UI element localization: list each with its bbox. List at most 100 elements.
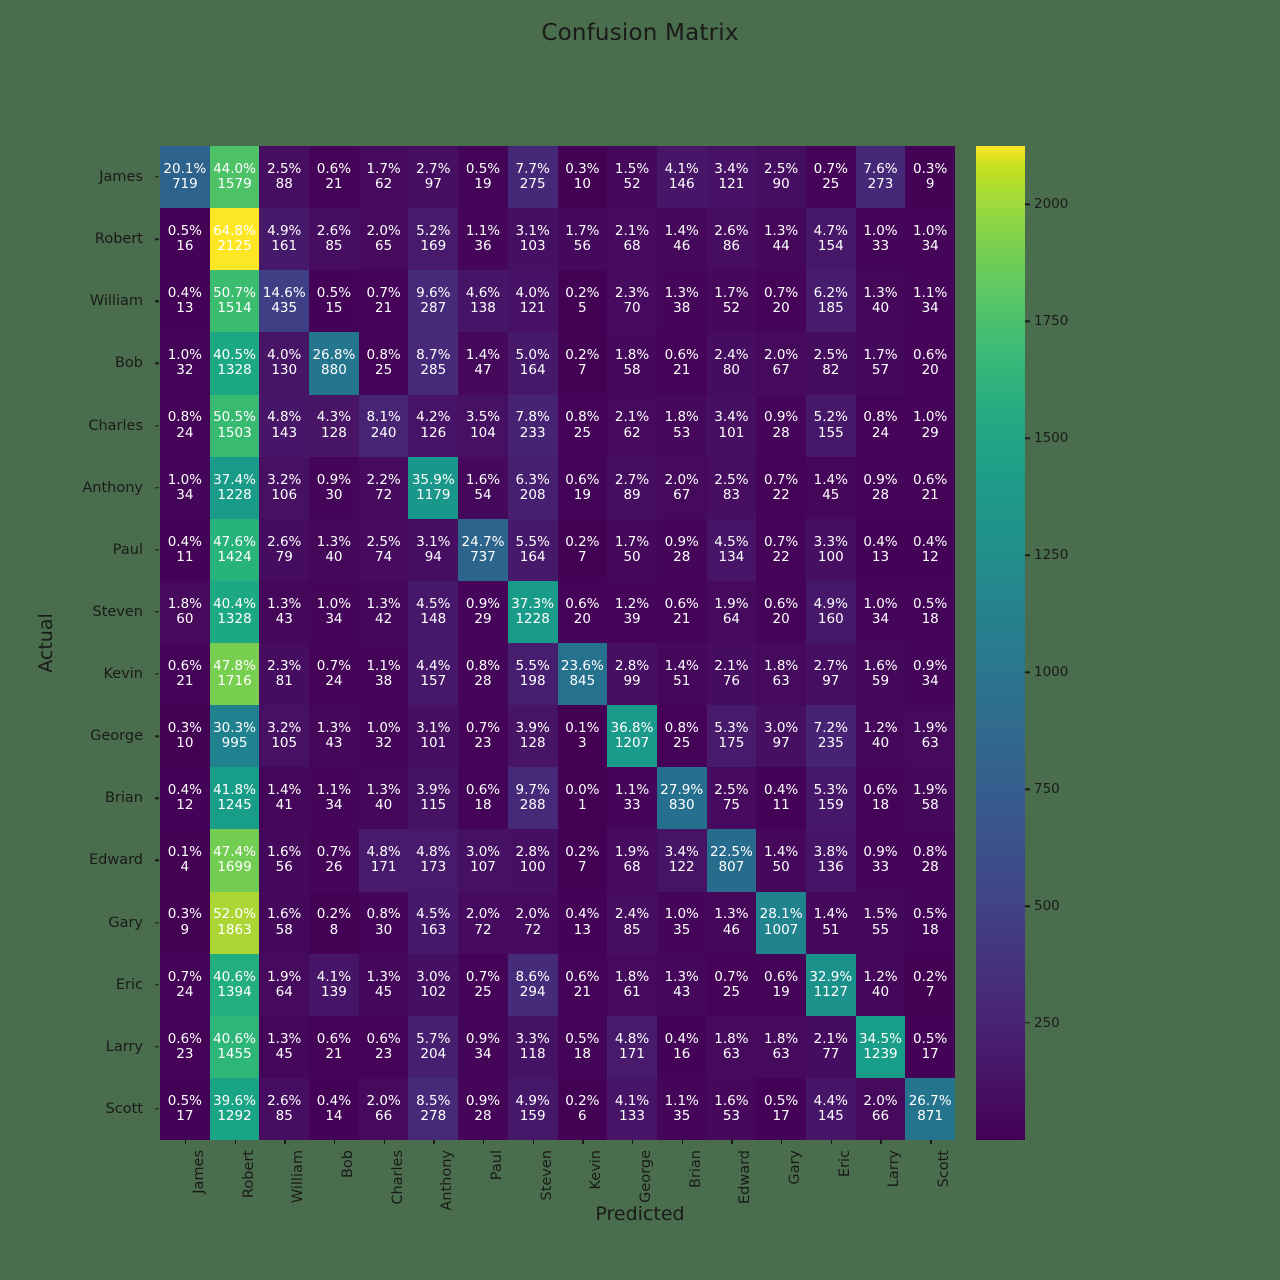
matrix-cell: 0.7% 24	[309, 643, 359, 706]
matrix-cell: 23.6% 845	[557, 643, 608, 706]
cell-count: 273	[867, 176, 894, 193]
cell-count: 18	[573, 1045, 591, 1062]
cell-percent: 0.9%	[465, 1030, 501, 1047]
cell-count: 94	[424, 548, 442, 565]
cell-percent: 1.8%	[763, 657, 799, 674]
table-row: 0.4% 11 47.6% 1424 2.6% 79 1.3% 40 2.5% 74 3.1% 94 2…	[160, 518, 955, 581]
cell-percent: 0.5%	[913, 595, 948, 612]
cell-count: 1328	[217, 610, 252, 627]
matrix-cell: 2.6% 85	[309, 208, 359, 271]
cell-percent: 2.0%	[465, 906, 501, 923]
cell-count: 18	[474, 797, 492, 814]
cell-count: 11	[772, 797, 790, 814]
cell-count: 233	[519, 424, 546, 441]
matrix-cell: 0.4% 12	[905, 518, 955, 581]
cell-percent: 44.0%	[213, 160, 256, 177]
matrix-cell: 1.3% 40	[309, 518, 359, 581]
cell-count: 25	[722, 983, 740, 1000]
matrix-cell: 1.1% 34	[905, 270, 955, 333]
matrix-cell: 1.8% 53	[656, 394, 707, 457]
matrix-cell: 2.0% 67	[756, 332, 806, 395]
cell-percent: 2.3%	[267, 657, 302, 674]
cell-count: 65	[375, 238, 393, 255]
matrix-cell: 0.8% 24	[855, 394, 906, 457]
table-row: 0.5% 17 39.6% 1292 2.6% 85 0.4% 14 2.0% 66 8.5% 278…	[160, 1077, 955, 1140]
matrix-cell: 1.4% 41	[259, 767, 310, 830]
cell-percent: 1.4%	[813, 471, 848, 488]
cell-percent: 1.9%	[913, 720, 948, 737]
y-tick-label-paul: Paul	[112, 541, 143, 558]
matrix-cell: 0.6% 21	[160, 643, 210, 706]
matrix-cell: 0.5% 17	[905, 1015, 955, 1078]
cell-percent: 0.8%	[863, 409, 898, 426]
cell-count: 68	[623, 859, 641, 876]
cell-percent: 36.8%	[610, 720, 654, 737]
cell-percent: 3.2%	[267, 471, 302, 488]
matrix-cell: 0.9% 29	[458, 580, 508, 643]
cell-count: 7	[578, 859, 587, 876]
cell-percent: 4.9%	[515, 1092, 550, 1109]
y-tick-label-anthony: Anthony	[82, 479, 143, 496]
matrix-cell: 2.5% 83	[706, 456, 757, 519]
cell-percent: 1.6%	[267, 906, 302, 923]
cell-count: 24	[176, 424, 194, 441]
x-tick-mark	[383, 1140, 385, 1144]
colorbar-tick-label: 750	[1034, 781, 1060, 798]
colorbar-tick-label: 1750	[1034, 313, 1069, 330]
cell-count: 58	[921, 797, 939, 814]
y-tick-mark	[155, 921, 159, 924]
cell-count: 29	[921, 424, 939, 441]
cell-percent: 37.3%	[511, 595, 555, 612]
cell-count: 72	[524, 921, 542, 938]
matrix-cell: 0.9% 30	[309, 456, 359, 519]
x-tick-label-steven: Steven	[538, 1150, 555, 1201]
y-axis-ticklabels: James Robert William Bob Charles Anthony Paul S…	[0, 146, 159, 1140]
cell-count: 1	[578, 797, 587, 814]
cell-count: 13	[871, 548, 890, 565]
cell-percent: 3.5%	[465, 409, 501, 426]
cell-percent: 22.5%	[709, 844, 753, 861]
cell-count: 85	[325, 238, 343, 255]
cell-percent: 0.6%	[565, 968, 600, 985]
matrix-cell: 1.8% 63	[756, 643, 806, 706]
cell-count: 53	[673, 424, 691, 441]
cell-percent: 3.0%	[465, 844, 501, 861]
matrix-cell: 0.5% 18	[557, 1015, 608, 1078]
matrix-cell: 32.9% 1127	[805, 953, 856, 1016]
matrix-cell: 1.7% 62	[358, 146, 409, 209]
cell-percent: 5.2%	[813, 409, 848, 426]
matrix-cell: 8.5% 278	[408, 1077, 459, 1140]
cell-count: 45	[822, 486, 840, 503]
cell-percent: 0.7%	[366, 285, 401, 302]
cell-count: 40	[871, 735, 890, 752]
cell-percent: 0.5%	[465, 160, 501, 177]
cell-count: 40	[871, 983, 890, 1000]
matrix-cell: 0.7% 24	[160, 953, 210, 1016]
cell-count: 63	[772, 1045, 790, 1062]
x-axis-title: Predicted	[595, 1203, 685, 1225]
matrix-cell: 2.0% 72	[458, 891, 508, 954]
matrix-cell: 8.6% 294	[507, 953, 558, 1016]
cell-count: 1699	[217, 859, 252, 876]
y-tick-mark	[155, 362, 159, 365]
table-row: 0.3% 9 52.0% 1863 1.6% 58 0.2% 8 0.8% 30 4.5% 163 2.…	[160, 891, 955, 954]
matrix-cell: 1.3% 45	[358, 953, 409, 1016]
matrix-cell: 1.7% 52	[706, 270, 757, 333]
cell-count: 28	[673, 548, 691, 565]
cell-count: 30	[375, 921, 393, 938]
cell-count: 66	[871, 1107, 890, 1124]
cell-count: 126	[420, 424, 447, 441]
cell-percent: 1.3%	[366, 968, 401, 985]
cell-count: 25	[673, 735, 691, 752]
cell-count: 44	[772, 238, 790, 255]
cell-count: 50	[623, 548, 641, 565]
cell-percent: 1.8%	[664, 409, 699, 426]
cell-count: 89	[623, 486, 641, 503]
cell-percent: 4.4%	[416, 657, 451, 674]
matrix-cell: 35.9% 1179	[408, 456, 459, 519]
matrix-cell: 4.8% 173	[408, 829, 459, 892]
matrix-cell: 1.5% 52	[607, 146, 657, 209]
cell-count: 64	[722, 610, 740, 627]
y-tick-mark	[155, 300, 159, 303]
cell-percent: 0.2%	[565, 347, 600, 364]
